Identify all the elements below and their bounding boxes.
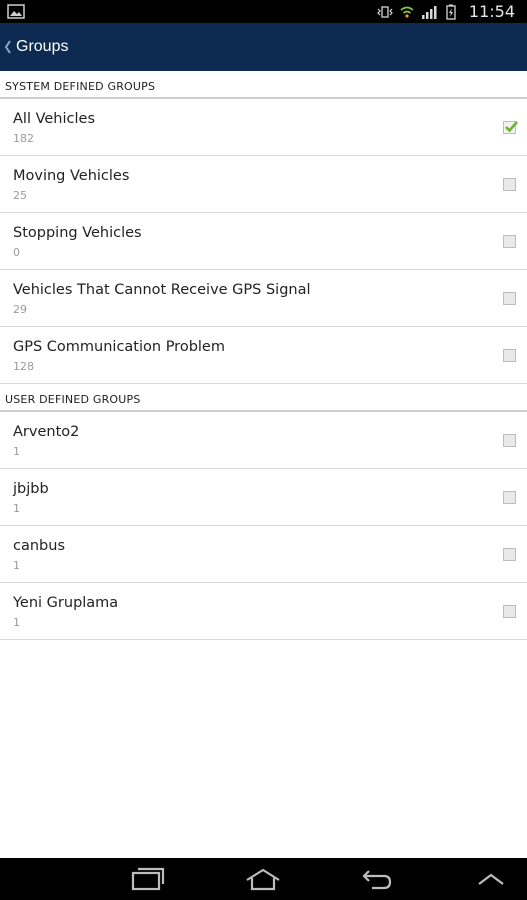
- menu-up-icon: [478, 873, 504, 885]
- item-count: 1: [13, 445, 20, 458]
- signal-icon: [421, 5, 437, 19]
- list-item-gps-communication-problem[interactable]: GPS Communication Problem 128: [0, 327, 527, 384]
- back-icon: [362, 870, 392, 890]
- status-time: 11:54: [468, 2, 515, 21]
- checkbox[interactable]: [503, 491, 516, 504]
- item-title: Yeni Gruplama: [13, 595, 119, 611]
- item-title: All Vehicles: [13, 111, 95, 127]
- recent-apps-button[interactable]: [118, 858, 178, 900]
- status-icons: 11:54: [377, 0, 515, 23]
- item-title: Moving Vehicles: [13, 168, 130, 184]
- checkbox[interactable]: [503, 178, 516, 191]
- item-title: canbus: [13, 538, 65, 554]
- navigation-bar: [0, 858, 527, 900]
- home-button[interactable]: [233, 858, 293, 900]
- item-count: 25: [13, 189, 27, 202]
- page-title: Groups: [16, 38, 69, 55]
- recent-apps-icon: [131, 867, 165, 891]
- list-item-no-gps-signal[interactable]: Vehicles That Cannot Receive GPS Signal …: [0, 270, 527, 327]
- list-item-moving-vehicles[interactable]: Moving Vehicles 25: [0, 156, 527, 213]
- menu-button[interactable]: [461, 858, 521, 900]
- gallery-icon: [7, 4, 25, 19]
- list-item-all-vehicles[interactable]: All Vehicles 182: [0, 99, 527, 156]
- section-header-user: USER DEFINED GROUPS: [0, 384, 527, 412]
- wifi-icon: [400, 6, 414, 18]
- checkmark-icon: [505, 121, 518, 133]
- item-title: Stopping Vehicles: [13, 225, 142, 241]
- checkbox[interactable]: [503, 292, 516, 305]
- item-title: jbjbb: [13, 481, 49, 497]
- item-count: 182: [13, 132, 34, 145]
- vibrate-icon: [377, 5, 393, 18]
- checkbox[interactable]: [503, 235, 516, 248]
- system-back-button[interactable]: [347, 858, 407, 900]
- checkbox[interactable]: [503, 548, 516, 561]
- item-title: Arvento2: [13, 424, 80, 440]
- item-title: Vehicles That Cannot Receive GPS Signal: [13, 282, 311, 298]
- item-count: 0: [13, 246, 20, 259]
- item-count: 29: [13, 303, 27, 316]
- list-item-stopping-vehicles[interactable]: Stopping Vehicles 0: [0, 213, 527, 270]
- status-bar: 11:54: [0, 0, 527, 23]
- home-icon: [246, 868, 280, 891]
- item-count: 1: [13, 559, 20, 572]
- list-item-arvento2[interactable]: Arvento2 1: [0, 412, 527, 469]
- list-item-yeni-gruplama[interactable]: Yeni Gruplama 1: [0, 583, 527, 640]
- battery-icon: [446, 4, 456, 20]
- list-item-canbus[interactable]: canbus 1: [0, 526, 527, 583]
- checkbox[interactable]: [503, 605, 516, 618]
- back-button[interactable]: Groups: [0, 23, 78, 71]
- item-count: 128: [13, 360, 34, 373]
- checkbox[interactable]: [503, 349, 516, 362]
- item-count: 1: [13, 502, 20, 515]
- chevron-left-icon: [4, 40, 11, 54]
- list-item-jbjbb[interactable]: jbjbb 1: [0, 469, 527, 526]
- groups-list: SYSTEM DEFINED GROUPS All Vehicles 182 M…: [0, 71, 527, 640]
- action-bar: Groups: [0, 23, 527, 71]
- item-count: 1: [13, 616, 20, 629]
- checkbox-checked[interactable]: [503, 121, 518, 134]
- section-header-system: SYSTEM DEFINED GROUPS: [0, 71, 527, 99]
- item-title: GPS Communication Problem: [13, 339, 225, 355]
- checkbox[interactable]: [503, 434, 516, 447]
